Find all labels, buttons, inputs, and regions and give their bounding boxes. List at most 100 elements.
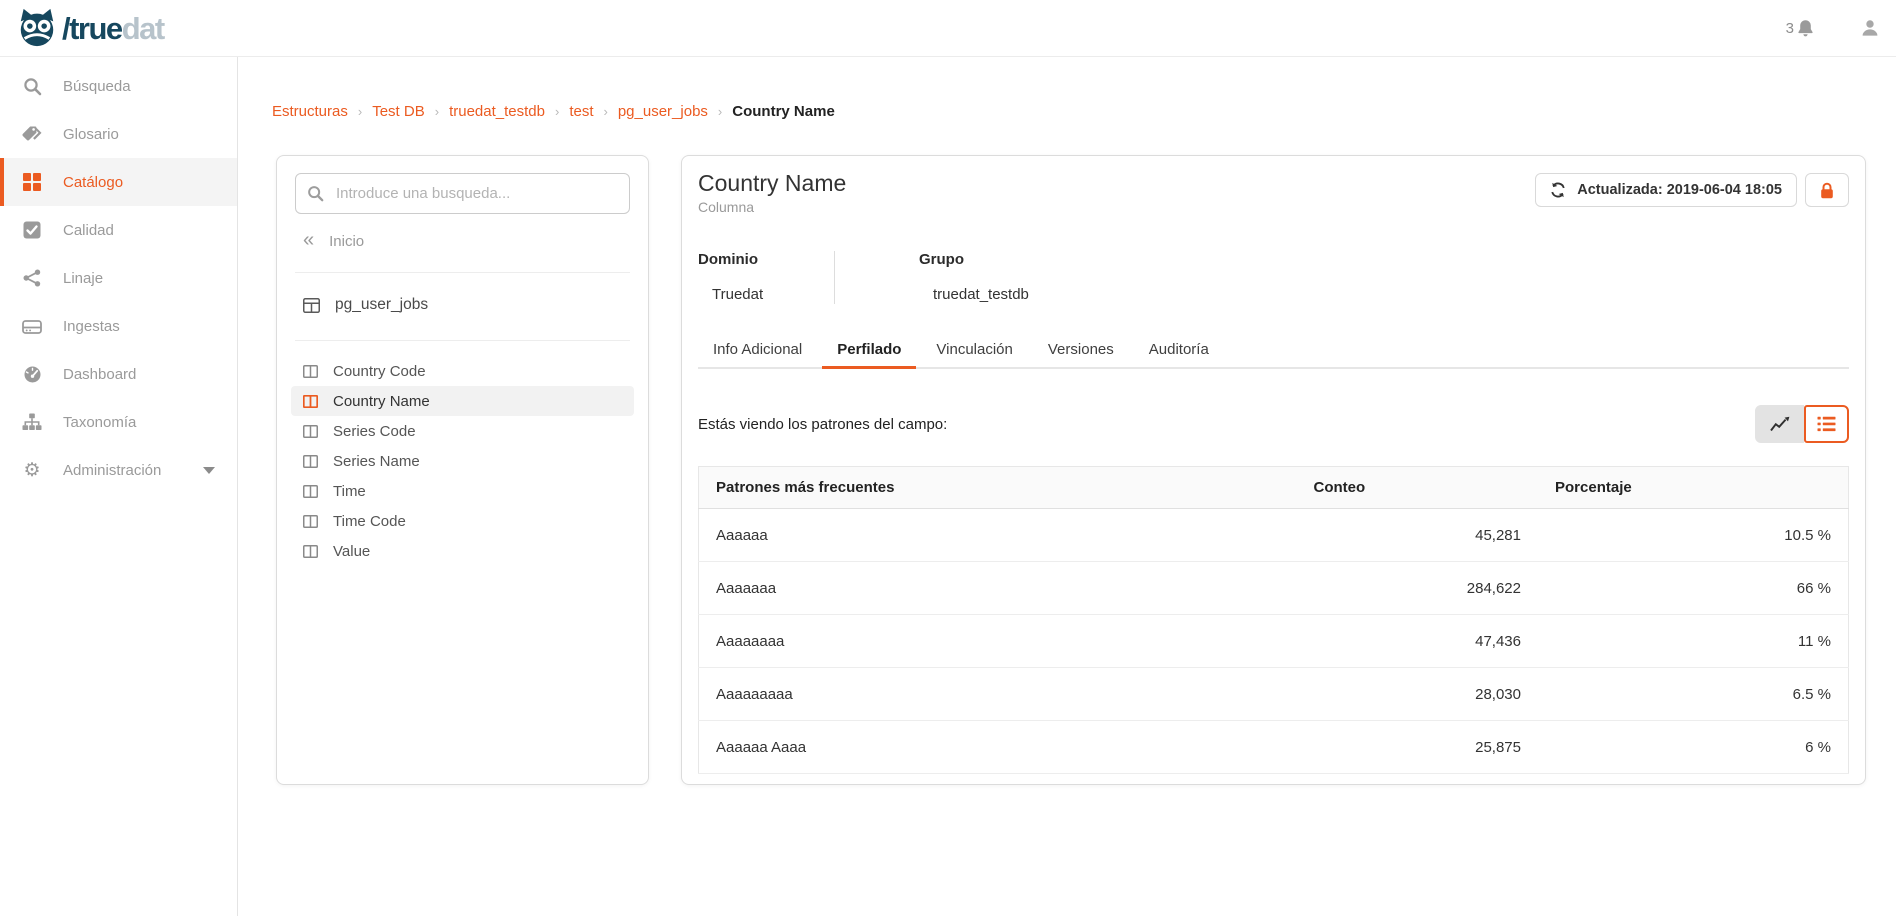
table-row: Aaaaaa Aaaa 25,875 6 % xyxy=(699,721,1849,774)
field-row-value[interactable]: Value xyxy=(291,536,634,566)
column-icon xyxy=(303,515,318,528)
sitemap-icon xyxy=(22,413,42,431)
breadcrumb-separator: › xyxy=(555,104,559,119)
tab-versiones[interactable]: Versiones xyxy=(1033,333,1129,367)
breadcrumb-separator: › xyxy=(604,104,608,119)
field-row-time-code[interactable]: Time Code xyxy=(291,506,634,536)
chart-view-button[interactable] xyxy=(1755,405,1804,443)
line-chart-icon xyxy=(1770,416,1790,432)
breadcrumb-link-test[interactable]: test xyxy=(569,103,593,120)
divider xyxy=(295,340,630,341)
field-row-country-code[interactable]: Country Code xyxy=(291,356,634,386)
structure-tree-panel: « Inicio pg_user_jobs Country Code xyxy=(276,155,649,785)
percentage-cell: 6 % xyxy=(1538,721,1849,774)
column-header-count: Conteo xyxy=(1297,467,1539,509)
breadcrumb-current: Country Name xyxy=(732,103,835,120)
column-icon xyxy=(303,545,318,558)
column-header-percentage: Porcentaje xyxy=(1538,467,1849,509)
updated-button[interactable]: Actualizada: 2019-06-04 18:05 xyxy=(1535,173,1797,207)
truedat-logo[interactable]: /truedat xyxy=(16,7,164,49)
breadcrumb-link-pg-user-jobs[interactable]: pg_user_jobs xyxy=(618,103,708,120)
notification-count: 3 xyxy=(1786,20,1794,37)
refresh-icon xyxy=(1550,182,1566,198)
content-area: Estructuras › Test DB › truedat_testdb ›… xyxy=(238,57,1896,916)
domain-value: Truedat xyxy=(712,286,834,304)
tab-auditoria[interactable]: Auditoría xyxy=(1134,333,1224,367)
sidebar-item-ingestas[interactable]: Ingestas xyxy=(0,302,237,350)
count-cell: 28,030 xyxy=(1297,668,1539,721)
field-row-series-name[interactable]: Series Name xyxy=(291,446,634,476)
pattern-cell: Aaaaaa xyxy=(699,509,1297,562)
sidebar-item-glosario[interactable]: Glosario xyxy=(0,110,237,158)
count-cell: 284,622 xyxy=(1297,562,1539,615)
field-row-series-code[interactable]: Series Code xyxy=(291,416,634,446)
percentage-cell: 11 % xyxy=(1538,615,1849,668)
table-icon xyxy=(303,298,320,313)
notifications-button[interactable]: 3 xyxy=(1786,19,1814,37)
user-icon xyxy=(1860,18,1880,38)
page-title: Country Name xyxy=(698,169,846,197)
app-header: /truedat 3 xyxy=(0,0,1896,57)
tab-info-adicional[interactable]: Info Adicional xyxy=(698,333,817,367)
pattern-cell: Aaaaaaaaa xyxy=(699,668,1297,721)
breadcrumb: Estructuras › Test DB › truedat_testdb ›… xyxy=(272,102,1896,120)
field-row-country-name[interactable]: Country Name xyxy=(291,386,634,416)
breadcrumb-separator: › xyxy=(435,104,439,119)
sidebar-item-calidad[interactable]: Calidad xyxy=(0,206,237,254)
view-toggle-group xyxy=(1755,405,1849,443)
sidebar-item-dashboard[interactable]: Dashboard xyxy=(0,350,237,398)
dashboard-icon xyxy=(22,365,42,384)
inbox-icon xyxy=(22,318,42,335)
double-chevron-left-icon: « xyxy=(303,230,314,250)
sidebar-item-administracion[interactable]: ⚙ Administración xyxy=(0,446,237,494)
logo-text: /truedat xyxy=(62,13,164,44)
gear-icon: ⚙ xyxy=(22,461,42,480)
tree-search-box xyxy=(295,173,630,214)
group-label: Grupo xyxy=(919,251,1029,269)
pattern-cell: Aaaaaa Aaaa xyxy=(699,721,1297,774)
tab-perfilado[interactable]: Perfilado xyxy=(822,333,916,369)
tab-vinculacion[interactable]: Vinculación xyxy=(921,333,1027,367)
tags-icon xyxy=(22,126,42,143)
user-menu-button[interactable] xyxy=(1860,18,1880,38)
share-icon xyxy=(22,269,42,287)
table-row: Aaaaaaaaa 28,030 6.5 % xyxy=(699,668,1849,721)
sidebar-item-catalogo[interactable]: Catálogo xyxy=(0,158,237,206)
list-icon xyxy=(1817,416,1836,432)
table-row: Aaaaaaa 284,622 66 % xyxy=(699,562,1849,615)
tree-structure-pg-user-jobs[interactable]: pg_user_jobs xyxy=(291,290,634,320)
sidebar-item-busqueda[interactable]: Búsqueda xyxy=(0,62,237,110)
sidebar-item-taxonomia[interactable]: Taxonomía xyxy=(0,398,237,446)
breadcrumb-separator: › xyxy=(358,104,362,119)
breadcrumb-link-testdb[interactable]: Test DB xyxy=(372,103,425,120)
column-icon xyxy=(303,425,318,438)
tree-back-inicio[interactable]: « Inicio xyxy=(303,230,634,252)
field-list: Country Code Country Name Series Code Se… xyxy=(291,356,634,566)
field-row-time[interactable]: Time xyxy=(291,476,634,506)
sidebar-item-linaje[interactable]: Linaje xyxy=(0,254,237,302)
breadcrumb-link-truedat-testdb[interactable]: truedat_testdb xyxy=(449,103,545,120)
pattern-cell: Aaaaaaaa xyxy=(699,615,1297,668)
lock-icon xyxy=(1819,182,1835,199)
bell-icon xyxy=(1797,19,1814,37)
detail-panel: Country Name Columna Actualizada: 2019-0… xyxy=(681,155,1866,785)
pattern-cell: Aaaaaaa xyxy=(699,562,1297,615)
check-square-icon xyxy=(22,221,42,239)
percentage-cell: 6.5 % xyxy=(1538,668,1849,721)
column-header-patterns: Patrones más frecuentes xyxy=(699,467,1297,509)
grid-icon xyxy=(22,173,42,191)
divider xyxy=(295,272,630,273)
column-icon xyxy=(303,395,318,408)
patterns-table: Patrones más frecuentes Conteo Porcentaj… xyxy=(698,466,1849,774)
search-icon xyxy=(22,77,42,96)
count-cell: 25,875 xyxy=(1297,721,1539,774)
chevron-down-icon xyxy=(203,467,215,474)
tree-search-input[interactable] xyxy=(334,184,618,203)
domain-label: Dominio xyxy=(698,251,834,269)
search-icon xyxy=(307,185,324,202)
list-view-button[interactable] xyxy=(1804,405,1849,443)
lock-button[interactable] xyxy=(1805,173,1849,207)
breadcrumb-link-estructuras[interactable]: Estructuras xyxy=(272,103,348,120)
table-row: Aaaaaaaa 47,436 11 % xyxy=(699,615,1849,668)
page-subtitle: Columna xyxy=(698,199,846,215)
